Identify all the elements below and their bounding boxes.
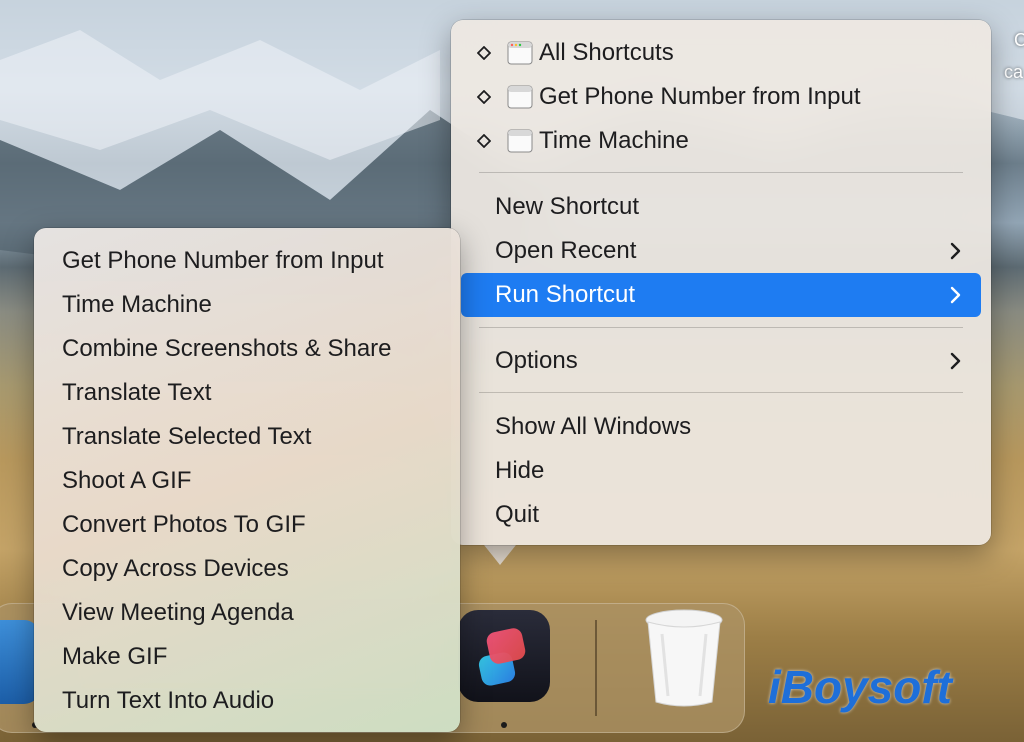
menu-item-label: New Shortcut <box>495 193 640 220</box>
submenu-item-label: Make GIF <box>62 643 168 670</box>
shortcuts-logo-icon <box>478 628 526 686</box>
menu-item-label: Get Phone Number from Input <box>539 83 861 110</box>
desktop-label-fragment: C <box>1014 30 1024 50</box>
chevron-right-icon <box>950 242 961 260</box>
desktop-label-fragment-2: ca <box>1004 62 1024 82</box>
iboysoft-watermark: iBoysoft <box>768 661 952 713</box>
submenu-item-label: Convert Photos To GIF <box>62 511 306 538</box>
window-icon <box>507 85 533 109</box>
submenu-item-label: Time Machine <box>62 291 212 318</box>
diamond-icon <box>477 90 491 104</box>
submenu-item-label: Translate Text <box>62 379 212 406</box>
menu-item-open-recent[interactable]: Open Recent <box>461 229 981 273</box>
submenu-item-label: Turn Text Into Audio <box>62 687 275 714</box>
submenu-item-label: Translate Selected Text <box>62 423 312 450</box>
menu-item-time-machine[interactable]: Time Machine <box>461 119 981 163</box>
window-icon <box>507 41 533 65</box>
running-indicator <box>501 722 507 728</box>
submenu-item-label: Shoot A GIF <box>62 467 192 494</box>
submenu-item-label: View Meeting Agenda <box>62 599 294 626</box>
menu-pointer <box>484 545 516 565</box>
menu-item-label: Options <box>495 347 578 374</box>
menu-item-label: Quit <box>495 501 540 528</box>
menu-item-show-all-windows[interactable]: Show All Windows <box>461 405 981 449</box>
menu-item-options[interactable]: Options <box>461 339 981 383</box>
menu-item-label: All Shortcuts <box>539 39 674 66</box>
diamond-icon <box>477 46 491 60</box>
chevron-right-icon <box>950 286 961 304</box>
menu-separator <box>479 392 963 393</box>
menu-item-new-shortcut[interactable]: New Shortcut <box>461 185 981 229</box>
menu-item-get-phone-number[interactable]: Get Phone Number from Input <box>461 75 981 119</box>
shortcuts-app-icon[interactable] <box>458 610 550 702</box>
trash-icon[interactable] <box>636 606 732 710</box>
menu-separator <box>479 327 963 328</box>
window-icon <box>507 129 533 153</box>
menu-item-label: Hide <box>495 457 545 484</box>
menu-separator <box>479 172 963 173</box>
run-shortcut-submenu: Get Phone Number from Input Time Machine… <box>34 228 460 732</box>
submenu-item-label: Get Phone Number from Input <box>62 247 384 274</box>
menu-item-label: Show All Windows <box>495 413 692 440</box>
menu-item-quit[interactable]: Quit <box>461 493 981 537</box>
chevron-right-icon <box>950 352 961 370</box>
shortcuts-dock-menu: All Shortcuts Get Phone Number from Inpu… <box>451 20 991 545</box>
menu-item-run-shortcut[interactable]: Run Shortcut <box>461 273 981 317</box>
submenu-item-label: Copy Across Devices <box>62 555 289 582</box>
menu-item-all-shortcuts[interactable]: All Shortcuts <box>461 31 981 75</box>
menu-item-label: Run Shortcut <box>495 281 636 308</box>
menu-item-label: Time Machine <box>539 127 689 154</box>
diamond-icon <box>477 134 491 148</box>
dock-divider <box>595 620 597 716</box>
submenu-item-label: Combine Screenshots & Share <box>62 335 392 362</box>
menu-item-label: Open Recent <box>495 237 637 264</box>
menu-item-hide[interactable]: Hide <box>461 449 981 493</box>
